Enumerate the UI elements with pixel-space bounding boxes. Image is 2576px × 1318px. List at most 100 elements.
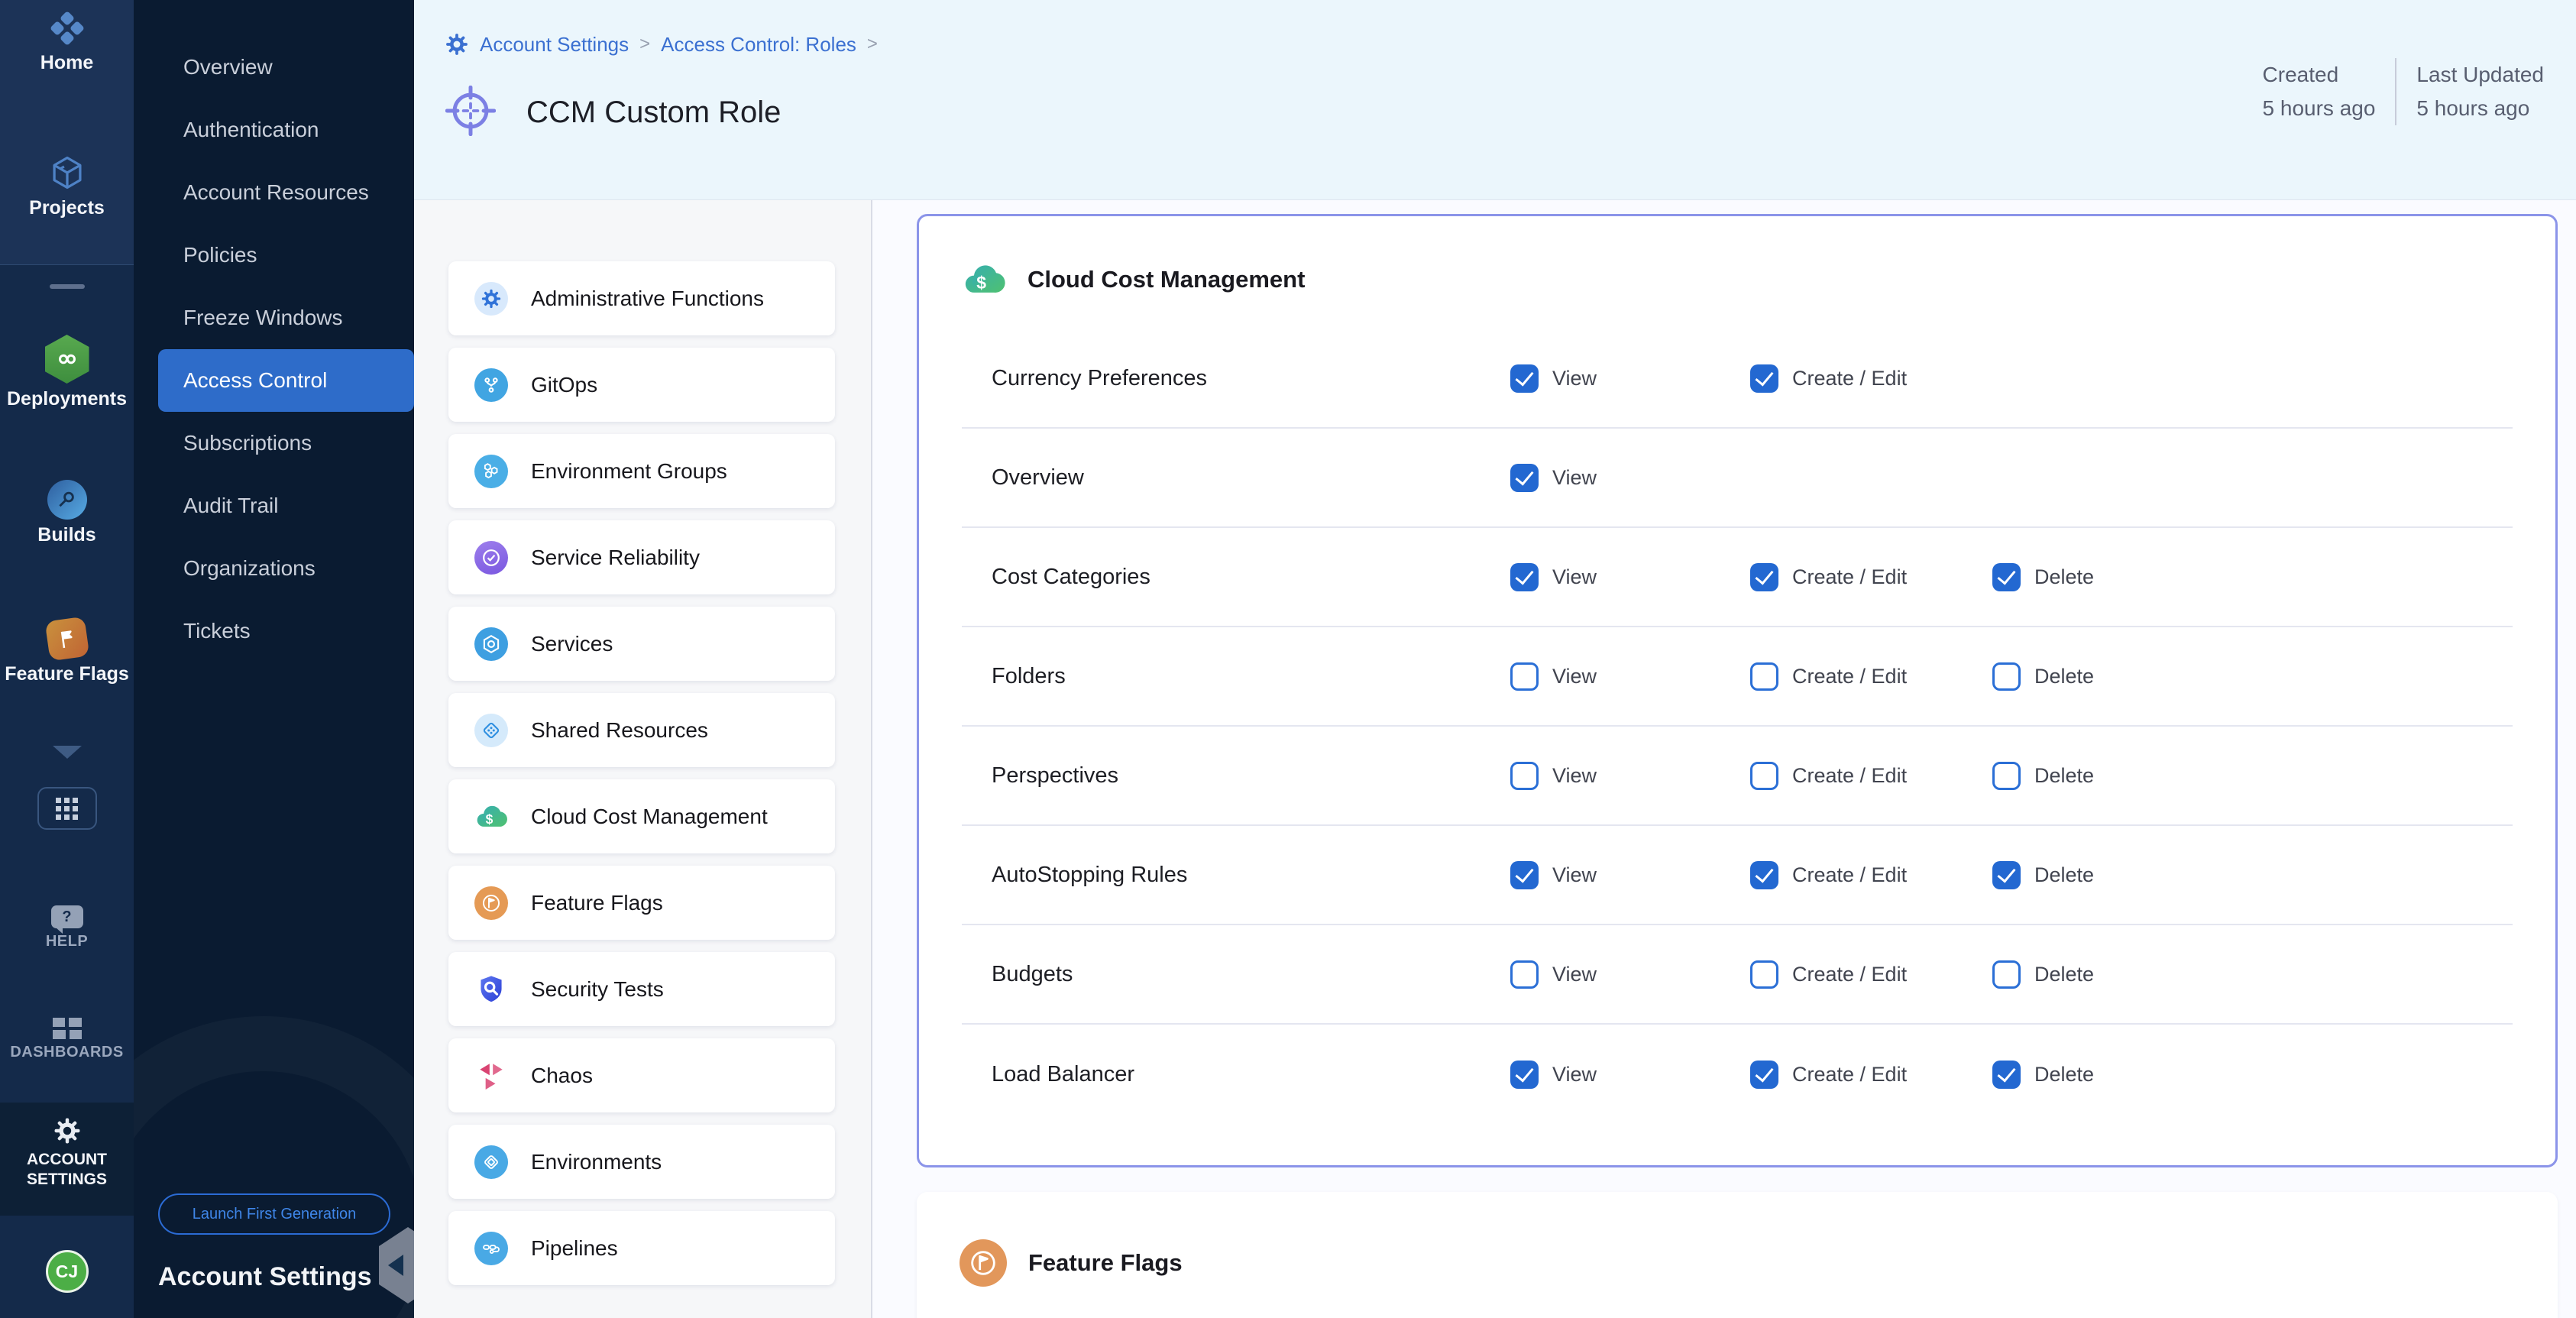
checkbox-delete-unchecked[interactable] [1992,960,2021,989]
checkbox-view-unchecked[interactable] [1510,662,1539,691]
rail-item-label: DASHBOARDS [0,1044,134,1061]
rail-item-projects[interactable]: Projects [0,153,134,219]
module-card-pipelines[interactable]: Pipelines [448,1211,835,1285]
checkbox-view-checked[interactable] [1510,464,1539,492]
permission-row-cost-categories: Cost Categories View Create / Edit Delete [962,528,2513,627]
breadcrumb-link-access-control-roles[interactable]: Access Control: Roles [661,33,856,57]
rail-item-feature-flags[interactable]: Feature Flags [0,619,134,685]
permission-label: Cost Categories [992,565,1150,590]
checkbox-label: Delete [2034,565,2094,589]
permission-cell-create-edit: Create / Edit [1750,563,1907,591]
checkbox-label: View [1552,565,1597,589]
nav-item-tickets[interactable]: Tickets [134,600,414,662]
nav-item-organizations[interactable]: Organizations [134,537,414,600]
services-icon [474,627,508,661]
rail-item-label: Home [0,52,134,74]
module-card-environments[interactable]: Environments [448,1125,835,1199]
nav-item-freeze-windows[interactable]: Freeze Windows [134,287,414,349]
checkbox-view-checked[interactable] [1510,364,1539,393]
checkbox-view-checked[interactable] [1510,861,1539,889]
module-card-services[interactable]: Services [448,607,835,681]
nav-item-label: Subscriptions [183,431,312,455]
checkbox-delete-checked[interactable] [1992,861,2021,889]
cloud-cost-icon: $ [962,257,1006,302]
checkbox-create-edit-unchecked[interactable] [1750,762,1778,790]
breadcrumb-separator: > [867,34,878,55]
checkbox-create-edit-unchecked[interactable] [1750,662,1778,691]
module-card-chaos[interactable]: Chaos [448,1038,835,1112]
module-card-shared-resources[interactable]: Shared Resources [448,693,835,767]
checkbox-label: Create / Edit [1792,1063,1907,1086]
nav-item-policies[interactable]: Policies [134,224,414,287]
service-reliability-icon [474,541,508,575]
module-card-gitops[interactable]: GitOps [448,348,835,422]
checkbox-view-unchecked[interactable] [1510,762,1539,790]
launch-first-generation-button[interactable]: Launch First Generation [158,1193,390,1235]
rail-item-dashboards[interactable]: DASHBOARDS [0,1018,134,1061]
meta-last-updated: Last Updated 5 hours ago [2395,58,2564,125]
security-tests-icon [474,973,508,1006]
checkbox-create-edit-checked[interactable] [1750,861,1778,889]
pipelines-icon [474,1232,508,1265]
module-label: Cloud Cost Management [531,805,768,829]
permission-row-autostopping-rules: AutoStopping Rules ViewCreate / EditDele… [962,826,2513,925]
module-card-environment-groups[interactable]: Environment Groups [448,434,835,508]
module-label: Environments [531,1150,662,1174]
rail-expand-modules[interactable] [0,746,134,759]
module-list: Administrative Functions GitOps Environm… [414,200,871,1318]
checkbox-label: Create / Edit [1792,863,1907,887]
avatar[interactable]: CJ [46,1250,89,1293]
rail-item-home[interactable]: Home [0,9,134,74]
checkbox-delete-unchecked[interactable] [1992,662,2021,691]
checkbox-delete-unchecked[interactable] [1992,762,2021,790]
permission-label: Folders [992,664,1066,689]
checkbox-view-checked[interactable] [1510,1061,1539,1089]
checkbox-create-edit-unchecked[interactable] [1750,960,1778,989]
nav-item-label: Overview [183,55,273,79]
module-card-administrative-functions[interactable]: Administrative Functions [448,261,835,335]
admin-functions-icon [474,282,508,316]
checkbox-view-unchecked[interactable] [1510,960,1539,989]
permission-row-currency-preferences: Currency Preferences ViewCreate / Edit [962,329,2513,429]
rail-item-account-settings[interactable]: ACCOUNT SETTINGS [0,1103,134,1216]
nav-item-overview[interactable]: Overview [134,36,414,99]
feature-flags-panel: Feature Flags [917,1192,2558,1318]
nav-item-authentication[interactable]: Authentication [134,99,414,161]
rail-item-help[interactable]: ? HELP [0,905,134,950]
checkbox-delete-checked[interactable] [1992,1061,2021,1089]
rail-drag-handle[interactable] [50,284,85,289]
module-label: Shared Resources [531,718,708,743]
module-card-cloud-cost-management[interactable]: $ Cloud Cost Management [448,779,835,853]
nav-item-access-control[interactable]: Access Control [158,349,414,412]
permission-cell-view: View [1510,464,1597,492]
module-card-service-reliability[interactable]: Service Reliability [448,520,835,594]
content-area: Administrative Functions GitOps Environm… [414,200,2576,1318]
dashboards-icon [53,1018,82,1039]
module-card-feature-flags[interactable]: Feature Flags [448,866,835,940]
rail-item-deployments[interactable]: Deployments [0,335,134,410]
nav-item-label: Audit Trail [183,494,279,518]
checkbox-view-checked[interactable] [1510,563,1539,591]
nav-item-audit-trail[interactable]: Audit Trail [134,474,414,537]
module-label: Services [531,632,613,656]
checkbox-label: Delete [2034,963,2094,986]
permission-label: Load Balancer [992,1062,1134,1087]
rail-item-builds[interactable]: Builds [0,480,134,546]
permission-row-overview: Overview View [962,429,2513,528]
checkbox-delete-checked[interactable] [1992,563,2021,591]
nav-item-account-resources[interactable]: Account Resources [134,161,414,224]
checkbox-label: Create / Edit [1792,565,1907,589]
checkbox-label: View [1552,863,1597,887]
panel-header: $ Cloud Cost Management [962,257,1305,302]
checkbox-create-edit-checked[interactable] [1750,563,1778,591]
nav-item-subscriptions[interactable]: Subscriptions [134,412,414,474]
breadcrumb: Account Settings > Access Control: Roles… [445,32,878,57]
rail-item-label: ACCOUNT SETTINGS [0,1150,134,1190]
module-grid-button[interactable] [37,787,97,830]
checkbox-create-edit-checked[interactable] [1750,1061,1778,1089]
panel-title: Cloud Cost Management [1027,266,1305,293]
permission-row-folders: Folders ViewCreate / EditDelete [962,627,2513,727]
checkbox-create-edit-checked[interactable] [1750,364,1778,393]
breadcrumb-link-account-settings[interactable]: Account Settings [480,33,629,57]
module-card-security-tests[interactable]: Security Tests [448,952,835,1026]
